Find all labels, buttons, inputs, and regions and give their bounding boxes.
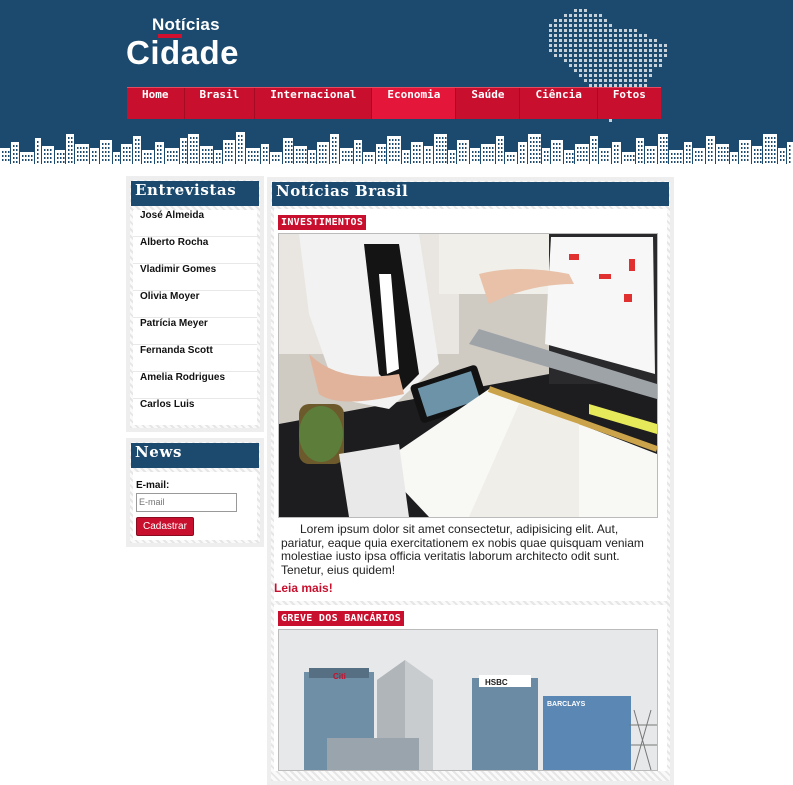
nav-item-internacional[interactable]: Internacional — [255, 88, 373, 119]
bank-towers-photo: Citi HSBC BARCLAYS — [279, 630, 657, 771]
city-skyline-graphic — [0, 128, 793, 164]
interview-item[interactable]: Olivia Moyer — [133, 291, 257, 318]
article-excerpt: Lorem ipsum dolor sit amet consectetur, … — [281, 522, 644, 577]
interview-item[interactable]: Vladimir Gomes — [133, 264, 257, 291]
read-more-link[interactable]: Leia mais! — [274, 581, 663, 595]
main-news-section: Notícias Brasil INVESTIMENTOS Lorem ipsu… — [267, 177, 674, 785]
interview-item[interactable]: Fernanda Scott — [133, 345, 257, 372]
article-tag[interactable]: INVESTIMENTOS — [278, 215, 367, 230]
article-card: GREVE DOS BANCÁRIOS Citi HSBC BARCLAYS — [274, 605, 667, 772]
nav-item-saude[interactable]: Saúde — [456, 88, 521, 119]
article-card: INVESTIMENTOS Lorem ipsum dolor sit amet… — [274, 209, 667, 602]
citi-sign: Citi — [333, 672, 346, 681]
interview-item[interactable]: Alberto Rocha — [133, 237, 257, 264]
hsbc-sign: HSBC — [485, 678, 508, 687]
newsletter-title: News — [131, 443, 259, 468]
nav-item-brasil[interactable]: Brasil — [185, 88, 256, 119]
article-tag[interactable]: GREVE DOS BANCÁRIOS — [278, 611, 405, 627]
main-nav: Home Brasil Internacional Economia Saúde… — [127, 87, 661, 119]
interviews-box: Entrevistas José Almeida Alberto Rocha V… — [126, 176, 264, 432]
newsletter-box: News E-mail: Cadastrar — [126, 438, 264, 547]
business-desk-photo — [279, 234, 657, 517]
nav-item-home[interactable]: Home — [127, 88, 185, 119]
email-label: E-mail: — [136, 480, 170, 491]
section-title: Notícias Brasil — [272, 182, 669, 206]
email-input[interactable] — [136, 492, 237, 512]
barclays-sign: BARCLAYS — [547, 701, 586, 708]
logo-main-text: Cidade — [126, 34, 240, 71]
subscribe-button[interactable]: Cadastrar — [136, 516, 194, 536]
interview-item[interactable]: Carlos Luis — [133, 399, 257, 425]
interview-item[interactable]: José Almeida — [133, 210, 257, 237]
interview-item[interactable]: Amelia Rodrigues — [133, 372, 257, 399]
article-photo[interactable]: Citi HSBC BARCLAYS — [278, 629, 658, 772]
interviews-title: Entrevistas — [131, 181, 259, 206]
nav-item-economia[interactable]: Economia — [372, 88, 457, 119]
site-header: Notícias Cidade Home Brasil Internaciona… — [0, 0, 793, 164]
logo-top-text: Notícias — [152, 15, 220, 34]
nav-item-ciencia[interactable]: Ciência — [520, 88, 598, 119]
article-photo[interactable] — [278, 233, 658, 518]
interview-item[interactable]: Patrícia Meyer — [133, 318, 257, 345]
nav-item-fotos[interactable]: Fotos — [598, 88, 661, 119]
